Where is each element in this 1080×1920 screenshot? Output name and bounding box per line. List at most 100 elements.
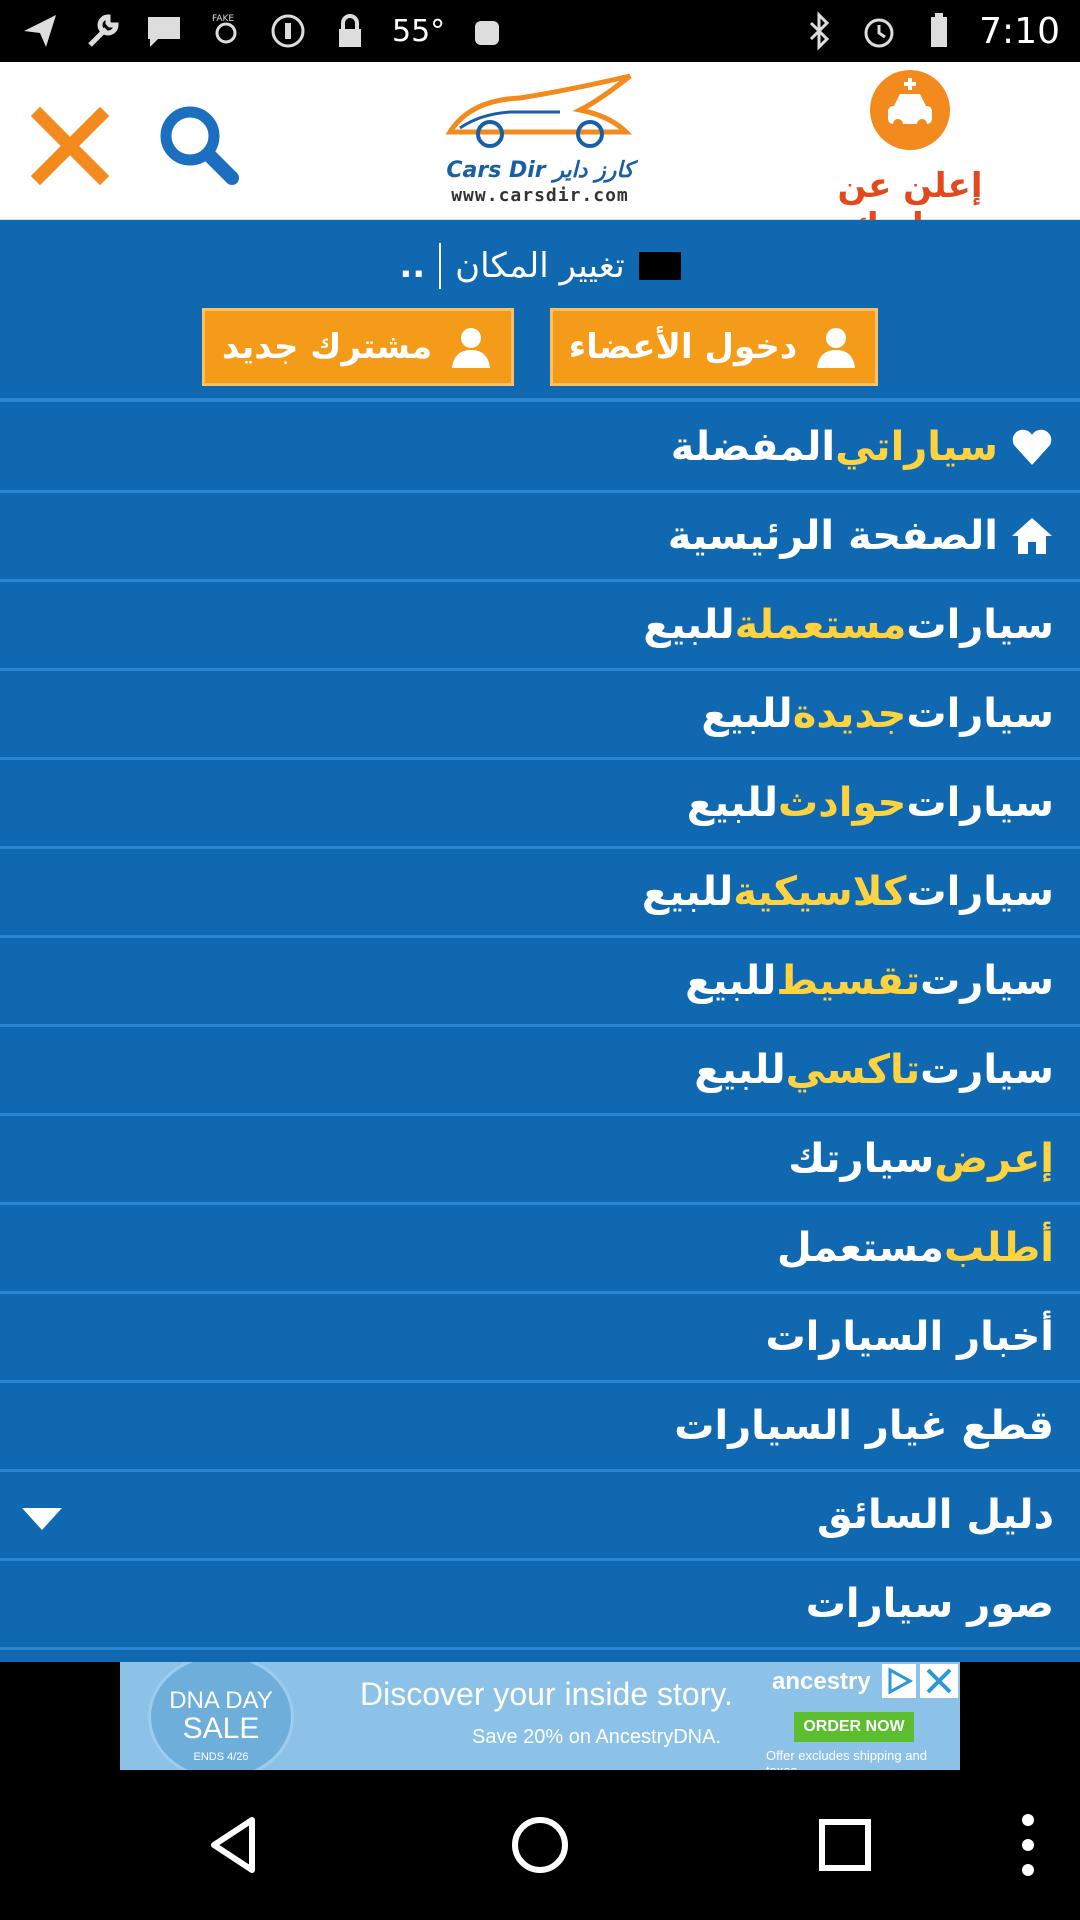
- menu-item-label: سيارات: [906, 780, 1054, 826]
- menu-item-label: مستعمل: [777, 1225, 944, 1271]
- menu-item-home[interactable]: الصفحة الرئيسية: [0, 493, 1080, 582]
- menu-item-highlight: مستعملة: [734, 602, 907, 648]
- menu-item-installment-cars[interactable]: سيارت تقسيط للبيع: [0, 938, 1080, 1027]
- menu-item-label: للبيع: [686, 780, 779, 826]
- menu-item-highlight: تاكسي: [785, 1047, 921, 1093]
- ad-close-icon[interactable]: [920, 1664, 958, 1698]
- ad-order-button[interactable]: ORDER NOW: [794, 1712, 914, 1742]
- menu-item-car-photos[interactable]: صور سيارات: [0, 1561, 1080, 1650]
- menu-item-highlight: كلاسيكية: [733, 869, 907, 915]
- menu-item-taxi-cars[interactable]: سيارت تاكسي للبيع: [0, 1027, 1080, 1116]
- side-menu: .. تغيير المكان دخول الأعضاء مشترك جديد …: [0, 220, 1080, 1662]
- chevron-down-icon[interactable]: [22, 1508, 62, 1530]
- system-nav-bar: [0, 1770, 1080, 1920]
- temperature: 55°: [392, 13, 446, 49]
- message-icon: [148, 17, 180, 47]
- post-ad-button[interactable]: إعلن عن سيارتك: [780, 70, 1040, 246]
- location-separator: [439, 243, 442, 289]
- fake-gps-icon: FAKE: [212, 14, 237, 44]
- menu-item-new-cars[interactable]: سيارات جديدة للبيع: [0, 671, 1080, 760]
- more-options-icon[interactable]: [1000, 1810, 1070, 1880]
- menu-item-label: سيارات: [906, 691, 1054, 737]
- ad-brand: ancestry: [772, 1668, 871, 1695]
- navigation-icon: [24, 15, 56, 47]
- menu-item-show-your-car[interactable]: إعرض سيارتك: [0, 1116, 1080, 1205]
- logo-url: www.carsdir.com: [451, 185, 629, 206]
- back-icon[interactable]: [200, 1810, 270, 1880]
- menu-item-request-used[interactable]: أطلب مستعمل: [0, 1205, 1080, 1294]
- ad-subtext: Save 20% on AncestryDNA.: [472, 1726, 722, 1748]
- menu-item-highlight: حوادث: [778, 780, 907, 826]
- alarm-icon: [864, 18, 894, 48]
- app-header: Cars Dir كارز داير www.carsdir.com إعلن …: [0, 62, 1080, 246]
- register-label: مشترك جديد: [221, 327, 433, 367]
- login-label: دخول الأعضاء: [568, 327, 798, 367]
- status-bar: FAKE 55° 7:10: [0, 0, 1080, 62]
- logo-car-icon: [445, 73, 633, 148]
- menu-item-label: الصفحة الرئيسية: [667, 513, 998, 559]
- bluetooth-icon: [810, 11, 830, 51]
- clock: 7:10: [979, 10, 1060, 52]
- divider: [0, 398, 1080, 402]
- menu-item-classic-cars[interactable]: سيارات كلاسيكية للبيع: [0, 849, 1080, 938]
- menu-item-label: سيارت: [920, 958, 1054, 1004]
- change-location[interactable]: .. تغيير المكان: [0, 238, 1080, 294]
- menu-item-highlight: إعرض: [934, 1136, 1054, 1182]
- menu-item-label: صور سيارات: [805, 1581, 1054, 1627]
- menu-item-favorites[interactable]: سياراتي المفضلة: [0, 404, 1080, 493]
- menu-item-highlight: تقسيط: [776, 958, 921, 1004]
- status-left: FAKE 55°: [20, 8, 507, 54]
- menu-item-spare-parts[interactable]: قطع غيار السيارات: [0, 1383, 1080, 1472]
- menu-item-car-news[interactable]: أخبار السيارات: [0, 1294, 1080, 1383]
- app-logo: Cars Dir كارز داير www.carsdir.com: [430, 70, 650, 212]
- login-button[interactable]: دخول الأعضاء: [550, 308, 878, 386]
- ad-sale-line2: SALE: [182, 1712, 260, 1745]
- logo-name: Cars Dir كارز داير: [446, 158, 634, 183]
- menu-list: سياراتي المفضلة الصفحة الرئيسية سيارات م…: [0, 404, 1080, 1650]
- register-button[interactable]: مشترك جديد: [202, 308, 514, 386]
- menu-item-highlight: سياراتي: [835, 424, 998, 470]
- ad-sale-line1: DNA DAY: [169, 1687, 273, 1714]
- menu-item-accident-cars[interactable]: سيارات حوادث للبيع: [0, 760, 1080, 849]
- location-dots: ..: [399, 246, 426, 286]
- menu-item-highlight: جديدة: [792, 691, 907, 737]
- android-icon: [475, 21, 500, 45]
- menu-item-label: للبيع: [641, 869, 734, 915]
- lock-icon: [339, 14, 361, 47]
- change-location-label: تغيير المكان: [455, 246, 625, 286]
- menu-item-label: للبيع: [685, 958, 777, 1004]
- svg-text:FAKE: FAKE: [212, 14, 234, 24]
- menu-item-label: سيارتك: [788, 1136, 935, 1182]
- menu-item-label: أخبار السيارات: [765, 1314, 1054, 1360]
- recents-icon[interactable]: [810, 1810, 880, 1880]
- home-nav-icon[interactable]: [505, 1810, 575, 1880]
- menu-item-label: للبيع: [701, 691, 793, 737]
- ad-sale-badge: DNA DAY SALE ENDS 4/26: [148, 1662, 294, 1770]
- menu-item-label: سيارات: [906, 602, 1054, 648]
- user-icon: [817, 328, 856, 368]
- auth-buttons: دخول الأعضاء مشترك جديد: [0, 308, 1080, 388]
- ad-sale-ends: ENDS 4/26: [193, 1751, 249, 1763]
- info-icon: [271, 14, 305, 48]
- status-right: 7:10: [799, 8, 1060, 54]
- menu-item-label: للبيع: [694, 1047, 786, 1093]
- menu-item-label: دليل السائق: [816, 1492, 1054, 1538]
- menu-item-used-cars[interactable]: سيارات مستعملة للبيع: [0, 582, 1080, 671]
- close-icon[interactable]: [30, 106, 110, 186]
- menu-item-label: سيارات: [906, 869, 1054, 915]
- menu-item-driver-guide[interactable]: دليل السائق: [0, 1472, 1080, 1561]
- flag-icon: [638, 252, 681, 280]
- ad-banner[interactable]: DNA DAY SALE ENDS 4/26 Discover your ins…: [120, 1662, 960, 1770]
- menu-item-label: المفضلة: [670, 424, 836, 470]
- search-icon[interactable]: [156, 102, 240, 186]
- heart-icon: [1012, 429, 1052, 465]
- battery-icon: [931, 13, 948, 47]
- adchoices-icon[interactable]: [882, 1664, 916, 1698]
- menu-item-label: للبيع: [643, 602, 735, 648]
- home-icon: [1012, 518, 1052, 554]
- wrench-icon: [88, 14, 119, 47]
- add-car-icon: [870, 70, 950, 150]
- menu-item-label: سيارت: [920, 1047, 1054, 1093]
- ad-headline: Discover your inside story.: [360, 1676, 733, 1712]
- ad-fine-print: Offer excludes shipping and taxes.: [766, 1748, 927, 1770]
